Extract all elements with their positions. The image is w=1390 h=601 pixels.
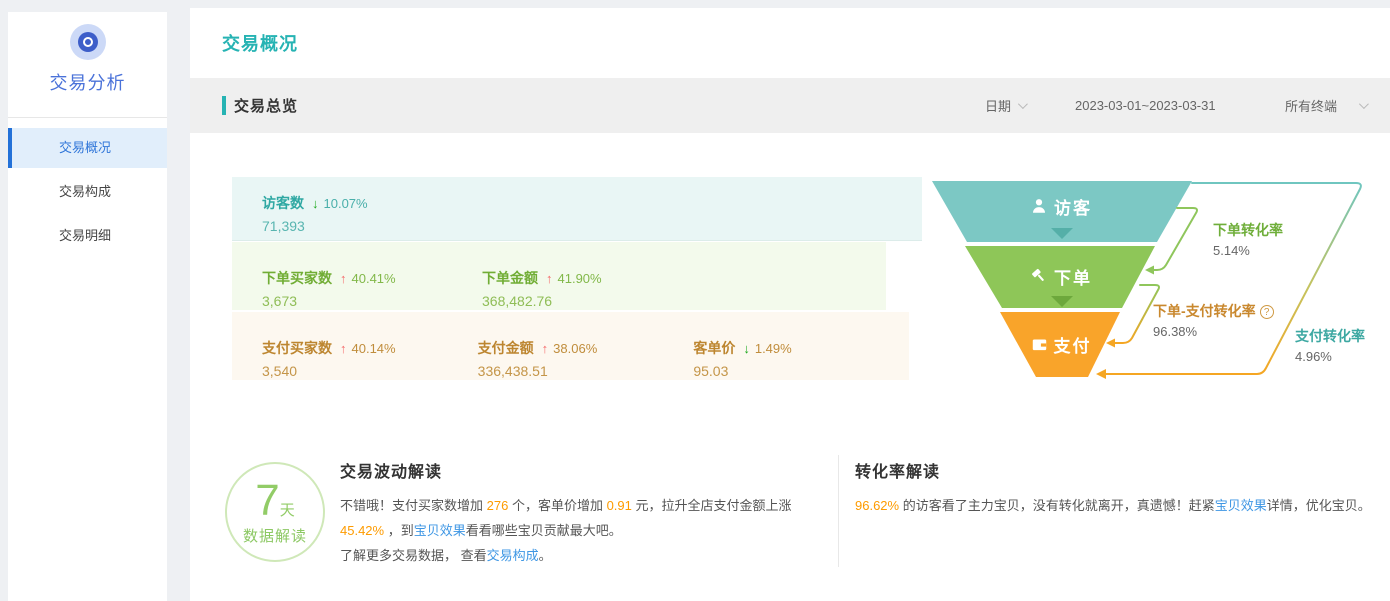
metric-value: 368,482.76 (482, 293, 553, 309)
target-icon (69, 24, 106, 60)
trend-up-icon (546, 271, 553, 286)
wallet-icon (1032, 339, 1046, 350)
gavel-icon (1032, 268, 1044, 281)
metric-avg-order-value: 客单价 1.49% 95.03 (693, 338, 909, 380)
metric-change-pct: 40.14% (351, 340, 396, 356)
order-pay-conversion-value: 96.38% (1153, 324, 1198, 339)
metric-order-amount: 下单金额 41.90% 368,482.76 (482, 268, 702, 310)
sidebar-title: 交易分析 (49, 73, 126, 93)
stage-label: 下单 (1054, 268, 1092, 288)
section-accent-bar (222, 96, 226, 115)
terminal-dropdown[interactable]: 所有终端 (1285, 78, 1369, 133)
metric-label: 访客数 (262, 195, 304, 211)
insight-divider (838, 455, 839, 567)
section-title: 交易总览 (234, 98, 299, 115)
highlight-value: 96.62% (855, 498, 903, 513)
metric-value: 3,540 (262, 363, 298, 379)
metric-change-pct: 40.41% (351, 270, 396, 286)
trend-down-icon (312, 196, 319, 211)
badge-days: 7 (255, 475, 280, 525)
text: 详情，优化宝贝。 (1266, 498, 1371, 513)
text: 元，拉升全店支付金额上涨 (631, 498, 792, 513)
pay-conversion-value: 4.96% (1295, 349, 1332, 364)
metric-row-payment: 支付买家数 40.14% 3,540 支付金额 38.06% 336,438.5… (232, 312, 909, 380)
arrow-left-icon (1096, 369, 1106, 379)
highlight-value: 0.91 (606, 498, 632, 513)
metric-label: 支付金额 (477, 340, 534, 356)
metric-label: 客单价 (693, 340, 736, 356)
order-conversion-value: 5.14% (1213, 243, 1250, 258)
date-type-dropdown[interactable]: 日期 (985, 78, 1028, 133)
date-range-picker[interactable]: 2023-03-01~2023-03-31 (1075, 78, 1216, 133)
page-title: 交易概况 (222, 34, 298, 54)
badge-unit: 天 (279, 501, 295, 519)
metric-label: 下单买家数 (262, 270, 332, 286)
person-icon (1033, 199, 1045, 213)
conversion-text: 96.62% 的访客看了主力宝贝，没有转化就离开，真遗憾！赶紧宝贝效果详情，优化… (855, 493, 1375, 518)
order-conversion-label: 下单转化率 (1213, 222, 1283, 238)
metric-label: 下单金额 (482, 270, 538, 286)
metric-change-pct: 38.06% (553, 340, 598, 356)
trend-up-icon (542, 341, 549, 356)
trend-up-icon (340, 341, 347, 356)
highlight-value: 45.42% (340, 523, 385, 538)
funnel-label-pay: 支付 (1001, 332, 1121, 356)
text: 个，客单价增加 (508, 498, 607, 513)
sidebar-item-trade-composition[interactable]: 交易构成 (8, 172, 167, 212)
item-effect-link[interactable]: 宝贝效果 (414, 523, 466, 538)
trade-composition-link[interactable]: 交易构成 (487, 548, 539, 563)
stage-label: 访客 (1054, 198, 1092, 218)
metric-value: 95.03 (693, 363, 729, 379)
text: 了解更多交易数据， 查看 (340, 548, 487, 563)
seven-day-badge: 7 天 数据解读 (225, 462, 325, 562)
item-effect-link[interactable]: 宝贝效果 (1215, 498, 1267, 513)
section-bar: 交易总览 日期 2023-03-01~2023-03-31 所有终端 (190, 78, 1390, 133)
sidebar: 交易分析 交易概况 交易构成 交易明细 (8, 12, 167, 601)
metric-change-pct: 10.07% (323, 195, 368, 211)
metric-row-visitor: 访客数 10.07% 71,393 (232, 177, 922, 241)
arrow-left-icon (1145, 265, 1154, 275)
pay-conversion-label: 支付转化率 (1295, 328, 1365, 344)
metric-order-buyers: 下单买家数 40.41% 3,673 (262, 268, 482, 310)
funnel-label-order: 下单 (1001, 264, 1121, 288)
metric-value: 71,393 (262, 218, 305, 234)
conversion-funnel-chart: 访客 下单 支付 下单转化率 5.14% 下单-支付转化率? 96.38% 支付… (925, 170, 1390, 385)
trend-up-icon (340, 271, 347, 286)
sidebar-item-trade-detail[interactable]: 交易明细 (8, 216, 167, 256)
text: 的访客看了主力宝贝，没有转化就离开，真遗憾！赶紧 (902, 498, 1215, 513)
text: 。 (538, 548, 552, 563)
fluctuation-title: 交易波动解读 (340, 464, 443, 481)
sidebar-menu: 交易概况 交易构成 交易明细 (8, 128, 167, 256)
fluctuation-insight: 交易波动解读 不错哦！支付买家数增加 276 个，客单价增加 0.91 元，拉升… (340, 458, 828, 568)
chevron-down-icon (1358, 99, 1369, 110)
sidebar-divider (8, 117, 167, 118)
text: 不错哦！支付买家数增加 (340, 498, 487, 513)
trend-down-icon (743, 341, 750, 356)
conversion-insight: 转化率解读 96.62% 的访客看了主力宝贝，没有转化就离开，真遗憾！赶紧宝贝效… (855, 458, 1375, 518)
metric-value: 3,673 (262, 293, 298, 309)
help-icon[interactable]: ? (1259, 305, 1274, 319)
metric-value: 336,438.51 (477, 363, 548, 379)
metric-label: 支付买家数 (262, 340, 332, 356)
sidebar-item-trade-overview[interactable]: 交易概况 (8, 128, 167, 168)
badge-caption: 数据解读 (242, 527, 307, 545)
metric-change-pct: 41.90% (557, 270, 602, 286)
conversion-title: 转化率解读 (855, 464, 941, 481)
chevron-down-icon (1017, 99, 1028, 110)
stage-label: 支付 (1053, 336, 1092, 356)
highlight-value: 276 (486, 498, 509, 513)
metric-row-order: 下单买家数 40.41% 3,673 下单金额 41.90% 368,482.7… (232, 242, 886, 310)
text: 看看哪些宝贝贡献最大吧。 (465, 523, 622, 538)
metric-change-pct: 1.49% (754, 340, 792, 356)
metric-visitors: 访客数 10.07% 71,393 (262, 193, 482, 240)
text: ，到 (384, 523, 414, 538)
metric-pay-buyers: 支付买家数 40.14% 3,540 (262, 338, 478, 380)
metric-pay-amount: 支付金额 38.06% 336,438.51 (478, 338, 694, 380)
main-panel: 交易概况 交易总览 日期 2023-03-01~2023-03-31 所有终端 … (190, 8, 1390, 601)
funnel-label-visitor: 访客 (1001, 194, 1121, 218)
order-pay-conversion-label: 下单-支付转化率? (1153, 301, 1274, 321)
fluctuation-text: 不错哦！支付买家数增加 276 个，客单价增加 0.91 元，拉升全店支付金额上… (340, 493, 828, 568)
